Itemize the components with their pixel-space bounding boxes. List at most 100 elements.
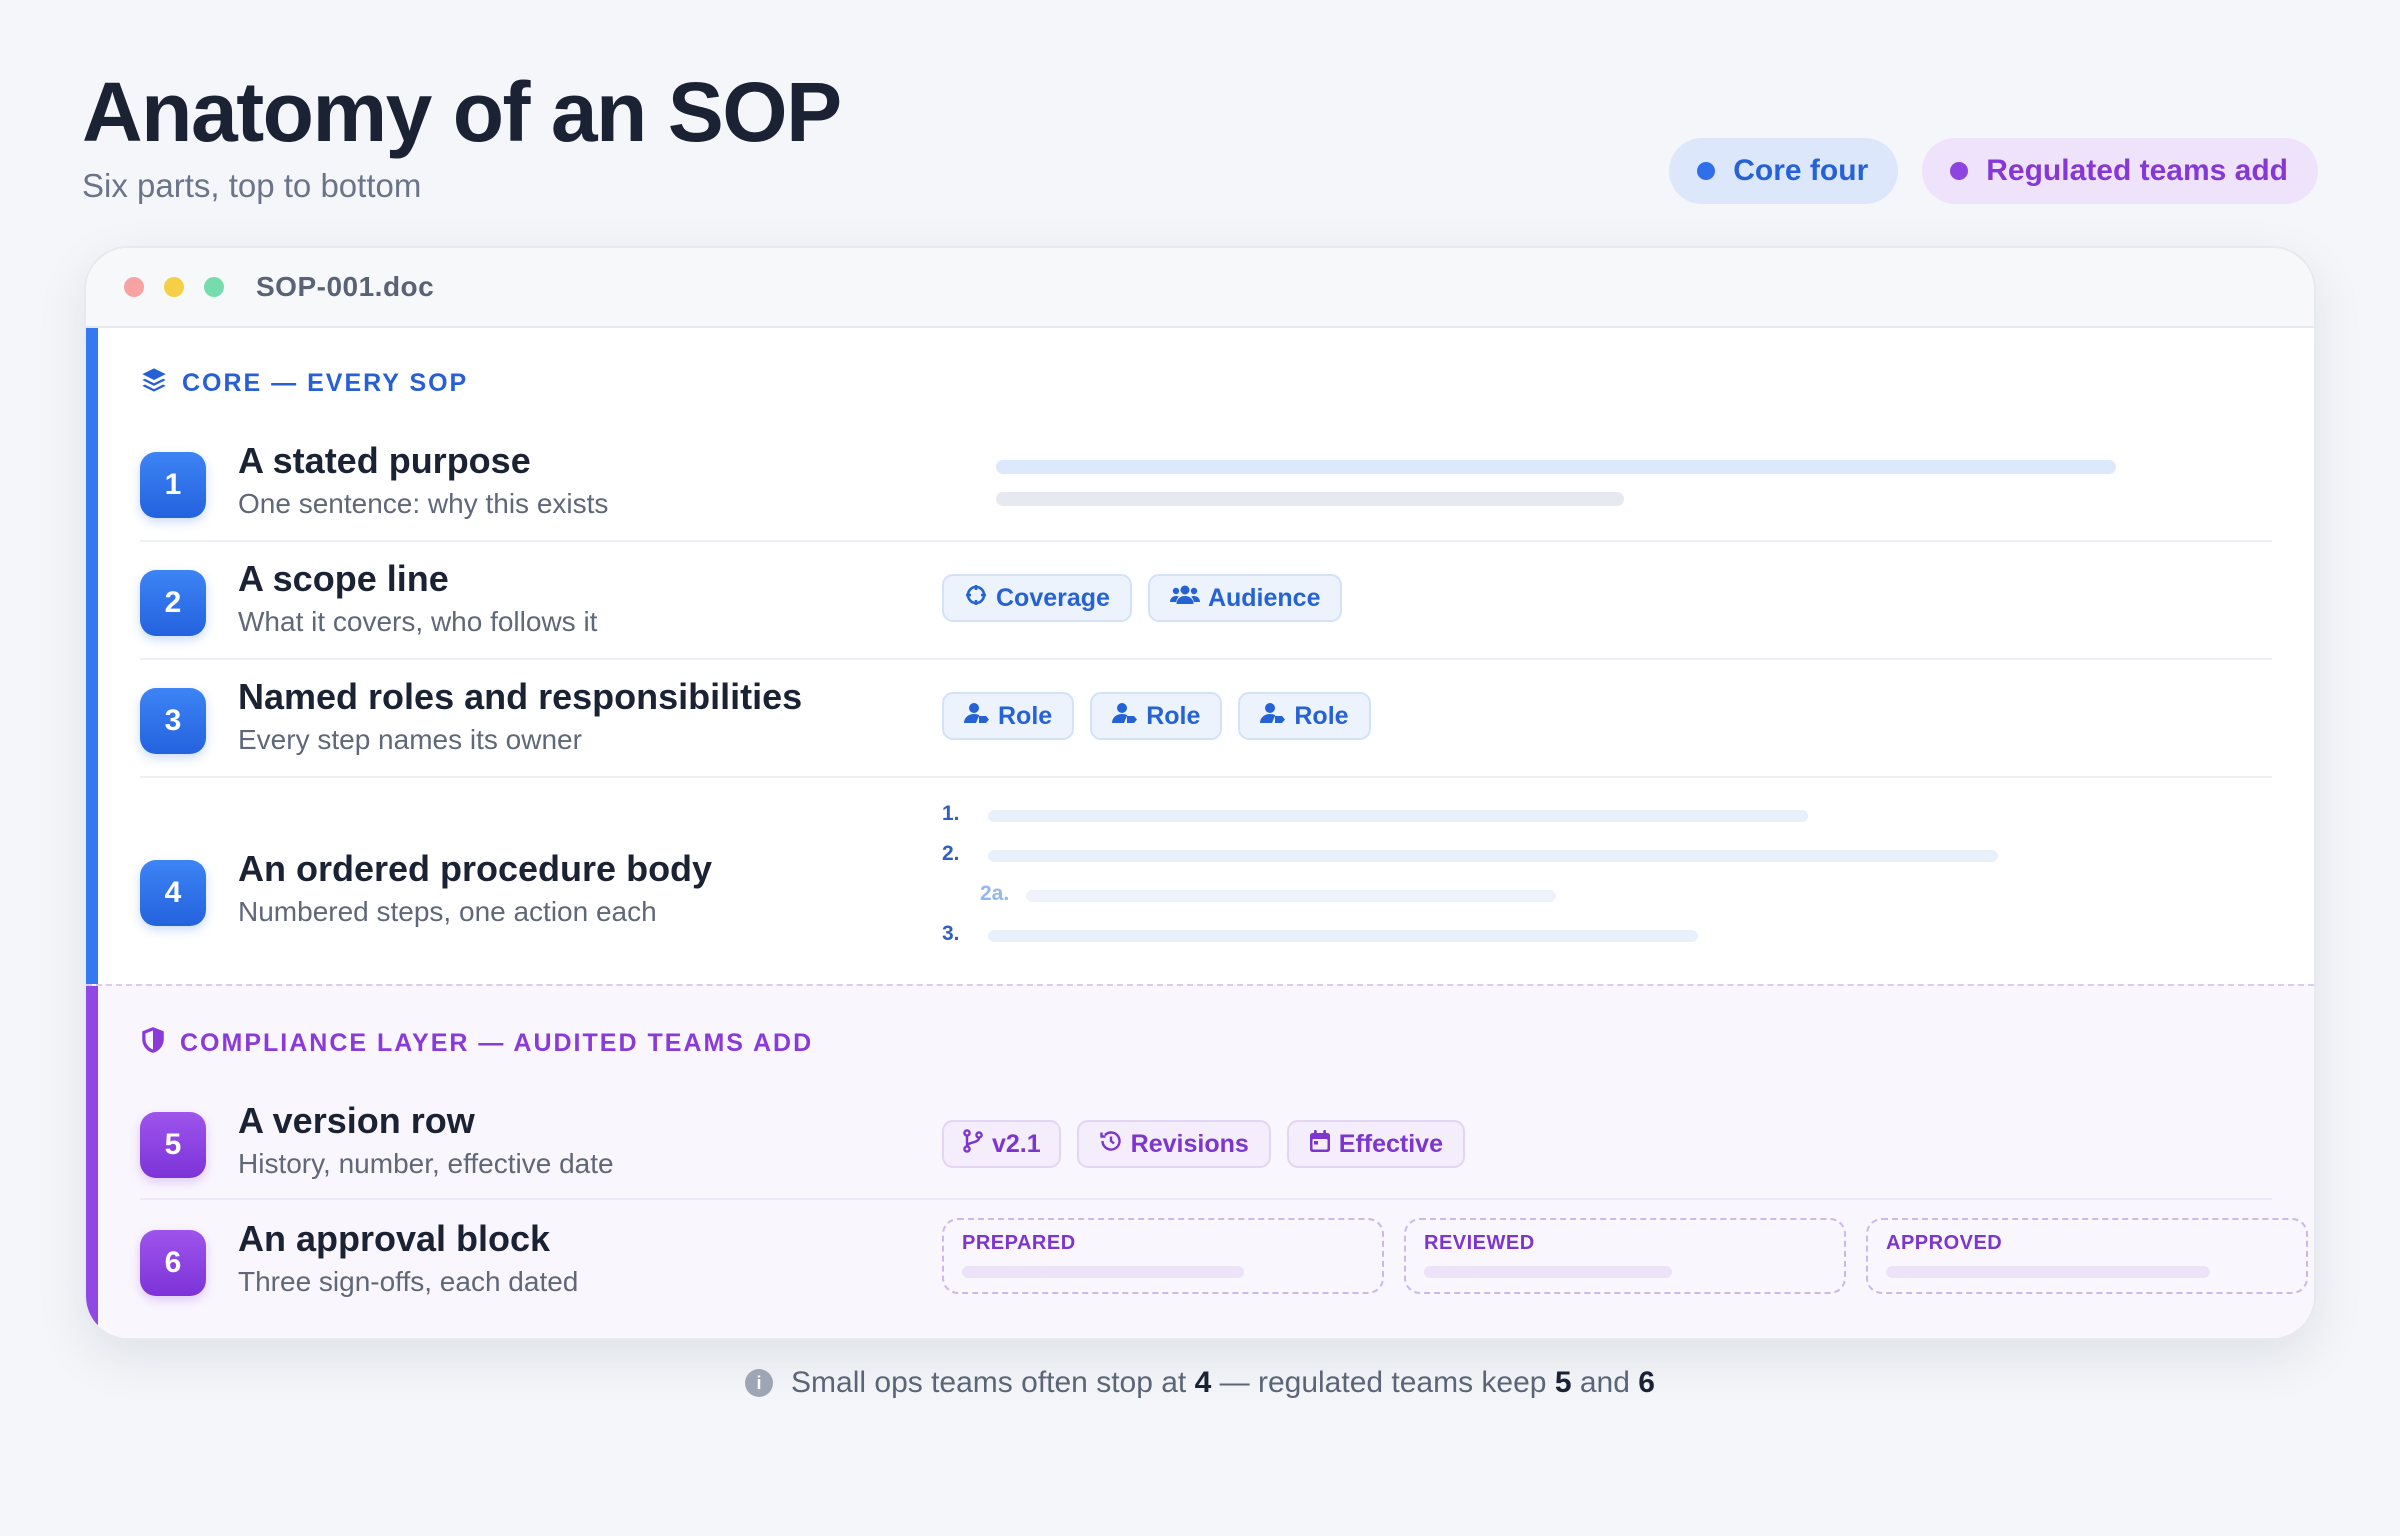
procedure-step-number: 2. (942, 842, 960, 865)
signoff-signature-line (1424, 1266, 1672, 1278)
footnote-segment: and (1579, 1366, 1630, 1399)
purpose-placeholder-line (996, 460, 2116, 474)
signoff-label: REVIEWED (1424, 1232, 1535, 1254)
revisions-chip: Revisions (1076, 1120, 1271, 1168)
close-dot[interactable] (124, 277, 144, 297)
row-description: Numbered steps, one action each (238, 896, 657, 927)
page-subtitle: Six parts, top to bottom (82, 167, 422, 204)
user-tag-icon (1260, 701, 1286, 732)
minimize-dot[interactable] (164, 277, 184, 297)
footnote: i Small ops teams often stop at 4 — regu… (0, 1366, 2400, 1400)
footnote-segment: — regulated teams keep (1219, 1366, 1547, 1399)
row-description: Every step names its owner (238, 724, 582, 755)
document-name: SOP-001.doc (256, 271, 435, 302)
chip-label: Role (1146, 701, 1201, 730)
legend-core-label: Core four (1733, 154, 1869, 187)
effective-chip: Effective (1286, 1120, 1465, 1168)
user-tag-icon (1112, 701, 1138, 732)
crosshair-icon (964, 583, 988, 614)
procedure-substep-number: 2a. (980, 882, 1010, 905)
compliance-accent-bar (86, 986, 98, 1338)
legend-regulated: Regulated teams add (1922, 138, 2318, 204)
user-tag-icon (964, 701, 990, 732)
chip-label: Role (1294, 701, 1349, 730)
row-divider (140, 1198, 2272, 1200)
footnote-number: 6 (1638, 1366, 1655, 1399)
procedure-step-line (988, 930, 1698, 942)
footnote-number: 5 (1554, 1366, 1572, 1399)
step-number-badge: 3 (140, 688, 206, 754)
procedure-step-line (988, 810, 1808, 822)
scope-chips: Coverage Audience (942, 574, 1343, 622)
row-description: History, number, effective date (238, 1148, 614, 1179)
step-number-badge: 6 (140, 1230, 206, 1296)
document-window: SOP-001.doc CORE — EVERY SOP 1 A stated … (84, 246, 2316, 1340)
core-section-header: CORE — EVERY SOP (140, 366, 468, 401)
calendar-icon (1309, 1129, 1331, 1160)
sop-part-approval: 6 An approval block Three sign-offs, eac… (140, 1218, 2308, 1308)
procedure-step-line (988, 850, 1998, 862)
branch-icon (962, 1128, 984, 1160)
footnote-text: Small ops teams often stop at 4 — regula… (791, 1366, 1655, 1400)
info-icon: i (745, 1369, 774, 1397)
signoff-label: APPROVED (1886, 1232, 2003, 1254)
row-title: A scope line (238, 558, 449, 599)
row-description: One sentence: why this exists (238, 488, 609, 519)
footnote-number: 4 (1194, 1366, 1212, 1399)
legend-regulated-label: Regulated teams add (1986, 154, 2288, 187)
footnote-segment: Small ops teams often stop at (791, 1366, 1187, 1399)
role-chips: Role Role Role (942, 692, 1371, 740)
sop-part-roles: 3 Named roles and responsibilities Every… (140, 676, 2272, 766)
legend-regulated-dot (1950, 162, 1969, 180)
signoff-box-reviewed: REVIEWED (1404, 1218, 1846, 1294)
window-titlebar: SOP-001.doc (86, 248, 2314, 328)
row-divider (140, 540, 2272, 542)
page-title: Anatomy of an SOP (82, 65, 842, 159)
row-title: An approval block (238, 1218, 551, 1259)
legend-core-dot (1697, 162, 1716, 180)
compliance-section-label: COMPLIANCE LAYER — AUDITED TEAMS ADD (180, 1029, 814, 1057)
chip-label: Coverage (996, 583, 1110, 612)
users-icon (1169, 583, 1200, 614)
sop-part-scope: 2 A scope line What it covers, who follo… (140, 558, 2272, 648)
step-number-badge: 5 (140, 1112, 206, 1178)
row-description: Three sign-offs, each dated (238, 1266, 579, 1297)
audience-chip: Audience (1147, 574, 1343, 622)
procedure-step-number: 3. (942, 922, 960, 945)
role-chip: Role (942, 692, 1075, 740)
chip-label: Revisions (1130, 1129, 1249, 1158)
version-chip: v2.1 (942, 1120, 1061, 1168)
row-divider (140, 658, 2272, 660)
legend: Core four Regulated teams add (1669, 138, 2318, 204)
history-icon (1099, 1129, 1123, 1160)
sop-part-procedure: 4 An ordered procedure body Numbered ste… (140, 794, 2272, 974)
procedure-substep-line (1026, 890, 1556, 902)
shield-icon (140, 1026, 166, 1061)
signoff-box-prepared: PREPARED (942, 1218, 1384, 1294)
version-chips: v2.1 Revisions Effective (942, 1120, 1465, 1168)
sop-part-version: 5 A version row History, number, effecti… (140, 1100, 2272, 1190)
core-section: CORE — EVERY SOP 1 A stated purpose One … (86, 328, 2314, 984)
maximize-dot[interactable] (204, 277, 224, 297)
step-number-badge: 1 (140, 452, 206, 518)
compliance-section-header: COMPLIANCE LAYER — AUDITED TEAMS ADD (140, 1026, 813, 1061)
purpose-placeholder-line (996, 492, 1624, 506)
signoff-label: PREPARED (962, 1232, 1076, 1254)
signoff-signature-line (1886, 1266, 2210, 1278)
legend-core: Core four (1669, 138, 1899, 204)
row-description: What it covers, who follows it (238, 606, 598, 637)
sop-part-purpose: 1 A stated purpose One sentence: why thi… (140, 440, 2272, 530)
chip-label: v2.1 (992, 1129, 1041, 1158)
core-accent-bar (86, 328, 98, 984)
compliance-section: COMPLIANCE LAYER — AUDITED TEAMS ADD 5 A… (86, 984, 2314, 1338)
row-title: A version row (238, 1100, 475, 1141)
procedure-step-number: 1. (942, 802, 960, 825)
chip-label: Effective (1338, 1129, 1443, 1158)
signoff-signature-line (962, 1266, 1244, 1278)
chip-label: Audience (1207, 583, 1321, 612)
row-title: Named roles and responsibilities (238, 676, 803, 717)
step-number-badge: 2 (140, 570, 206, 636)
chip-label: Role (998, 701, 1053, 730)
row-divider (140, 776, 2272, 778)
role-chip: Role (1238, 692, 1371, 740)
